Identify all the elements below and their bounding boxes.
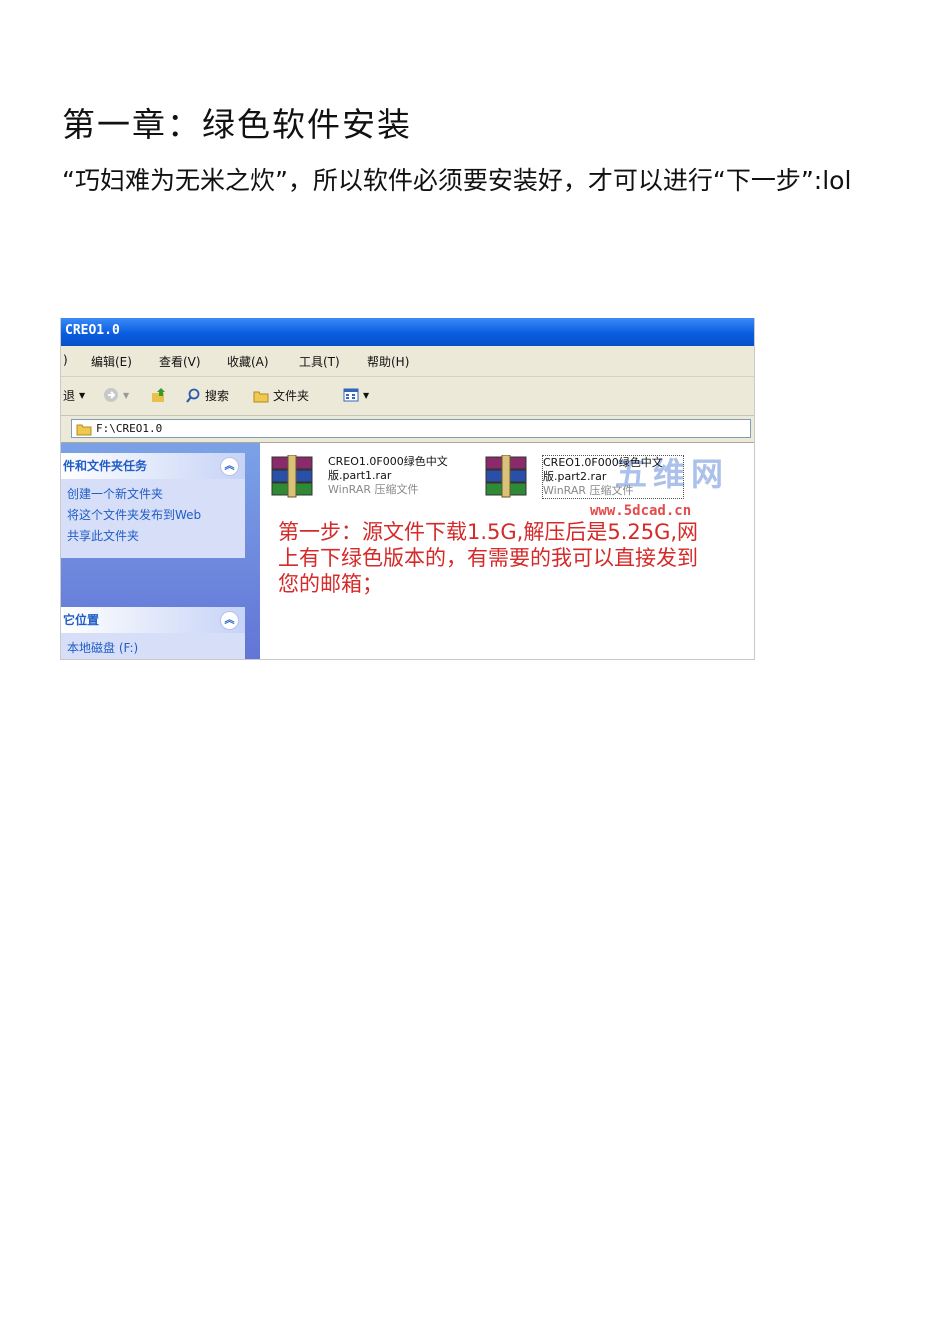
window-title: CREO1.0 bbox=[65, 323, 120, 338]
menu-item-edit[interactable]: 编辑(E) bbox=[91, 353, 132, 370]
forward-dropdown-icon: ▼ bbox=[123, 390, 130, 400]
back-label-partial: 退 bbox=[63, 389, 76, 403]
file-text: CREO1.0F000绿色中文版.part1.rar WinRAR 压缩文件 bbox=[328, 455, 473, 497]
search-button[interactable]: 搜索 bbox=[185, 387, 229, 404]
collapse-chevron-icon[interactable]: ︽ bbox=[220, 611, 239, 630]
winrar-archive-icon bbox=[271, 455, 313, 498]
explorer-screenshot: CREO1.0 ) 编辑(E) 查看(V) 收藏(A) 工具(T) 帮助(H) … bbox=[60, 318, 755, 660]
folders-icon bbox=[253, 391, 269, 402]
up-folder-icon bbox=[152, 388, 165, 402]
toolbar: 退 ▼ ▼ 搜索 文件夹 ▼ bbox=[61, 377, 754, 416]
task-share-folder[interactable]: 共享此文件夹 bbox=[67, 529, 239, 544]
dropdown-arrow-icon: ▼ bbox=[79, 391, 86, 400]
menu-item-help[interactable]: 帮助(H) bbox=[367, 353, 409, 370]
places-list: 本地磁盘 (F:) bbox=[61, 633, 245, 659]
forward-button[interactable]: ▼ bbox=[103, 387, 129, 403]
tasks-card: 件和文件夹任务 ︽ 创建一个新文件夹 将这个文件夹发布到Web 共享此文件夹 bbox=[61, 453, 245, 558]
task-pane: 件和文件夹任务 ︽ 创建一个新文件夹 将这个文件夹发布到Web 共享此文件夹 它… bbox=[61, 443, 260, 659]
search-label: 搜索 bbox=[205, 389, 230, 403]
views-grid-icon bbox=[343, 388, 359, 402]
tasks-list: 创建一个新文件夹 将这个文件夹发布到Web 共享此文件夹 bbox=[61, 479, 245, 558]
tasks-card-title: 件和文件夹任务 bbox=[63, 459, 148, 473]
file-name: CREO1.0F000绿色中文版.part2.rar bbox=[543, 456, 663, 483]
tasks-card-header[interactable]: 件和文件夹任务 ︽ bbox=[61, 453, 245, 479]
places-card-title: 它位置 bbox=[63, 613, 100, 627]
task-new-folder[interactable]: 创建一个新文件夹 bbox=[67, 487, 239, 502]
step-annotation: 第一步：源文件下载1.5G,解压后是5.25G,网上有下绿色版本的，有需要的我可… bbox=[278, 520, 699, 596]
forward-arrow-icon bbox=[104, 388, 118, 402]
window-titlebar: CREO1.0 bbox=[61, 318, 754, 346]
views-dropdown-icon: ▼ bbox=[363, 390, 370, 400]
file-name: CREO1.0F000绿色中文版.part1.rar bbox=[328, 455, 448, 482]
folders-label: 文件夹 bbox=[273, 389, 310, 403]
places-card: 它位置 ︽ 本地磁盘 (F:) bbox=[61, 607, 245, 659]
file-type: WinRAR 压缩文件 bbox=[328, 483, 419, 496]
file-view: 五维网 www.5dcad.cn CREO1.0F000绿色中文版.part1.… bbox=[260, 443, 754, 659]
back-button[interactable]: 退 ▼ bbox=[63, 387, 85, 404]
search-icon bbox=[186, 388, 200, 403]
menu-item-view[interactable]: 查看(V) bbox=[159, 353, 201, 370]
menu-bar: ) 编辑(E) 查看(V) 收藏(A) 工具(T) 帮助(H) bbox=[61, 346, 754, 377]
chapter-heading: 第一章：绿色软件安装 bbox=[62, 105, 412, 144]
collapse-chevron-icon[interactable]: ︽ bbox=[220, 457, 239, 476]
menu-item-tools[interactable]: 工具(T) bbox=[299, 353, 340, 370]
address-path: F:\CREO1.0 bbox=[96, 422, 163, 435]
file-type: WinRAR 压缩文件 bbox=[543, 484, 634, 497]
file-item-part1[interactable]: CREO1.0F000绿色中文版.part1.rar WinRAR 压缩文件 bbox=[268, 455, 478, 503]
address-bar: F:\CREO1.0 bbox=[61, 416, 754, 443]
watermark-url: www.5dcad.cn bbox=[590, 503, 692, 519]
task-publish-web[interactable]: 将这个文件夹发布到Web bbox=[67, 508, 207, 523]
up-folder-button[interactable] bbox=[151, 387, 167, 403]
file-item-part2[interactable]: CREO1.0F000绿色中文版.part2.rar WinRAR 压缩文件 bbox=[482, 455, 692, 503]
menu-item-partial[interactable]: ) bbox=[63, 353, 68, 367]
folders-button[interactable]: 文件夹 bbox=[253, 387, 309, 404]
place-local-disk[interactable]: 本地磁盘 (F:) bbox=[67, 641, 239, 656]
intro-paragraph: “巧妇难为无米之炊”，所以软件必须要安装好，才可以进行“下一步”:lol bbox=[62, 166, 852, 195]
file-text: CREO1.0F000绿色中文版.part2.rar WinRAR 压缩文件 bbox=[542, 455, 684, 499]
winrar-archive-icon bbox=[485, 455, 527, 498]
folder-icon bbox=[76, 424, 92, 435]
views-button[interactable]: ▼ bbox=[343, 387, 369, 403]
menu-item-favorites[interactable]: 收藏(A) bbox=[227, 353, 269, 370]
places-card-header[interactable]: 它位置 ︽ bbox=[61, 607, 245, 633]
address-field[interactable]: F:\CREO1.0 bbox=[71, 419, 751, 438]
